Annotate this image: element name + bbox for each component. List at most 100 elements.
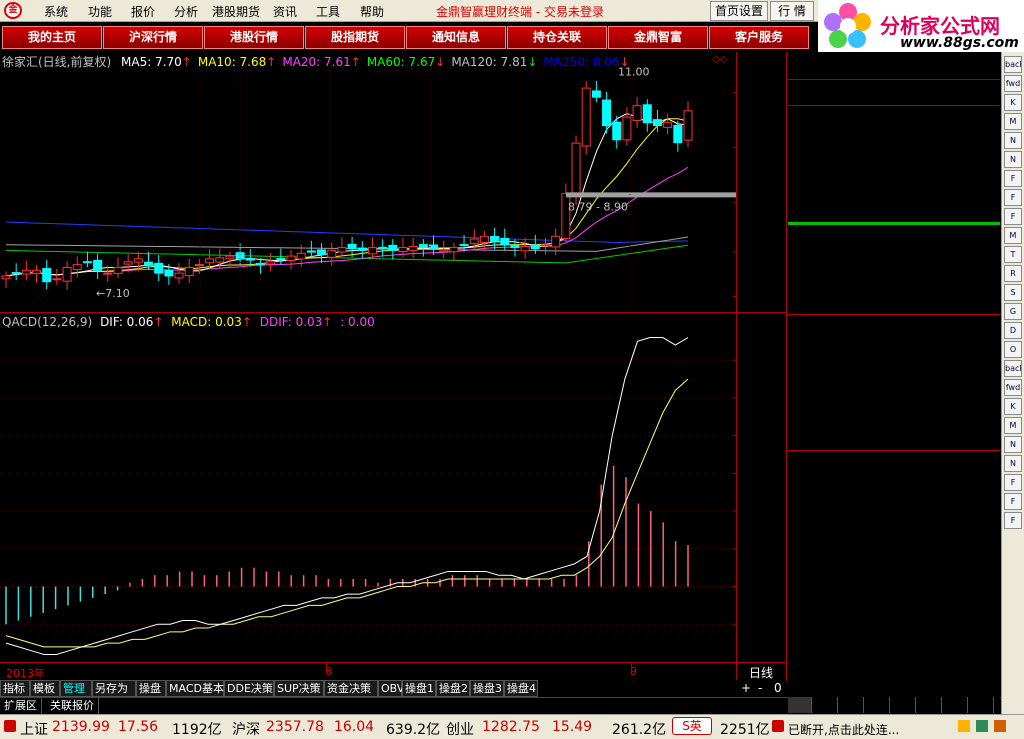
ad-banner[interactable]: 分析家公式网 www.88gs.com xyxy=(818,0,1024,52)
candle-body xyxy=(306,250,316,253)
toolbar-icon-5[interactable]: N xyxy=(1004,151,1022,168)
nav-notice[interactable]: 通知信息 xyxy=(406,26,506,49)
macd-title: QACD(12,26,9) xyxy=(2,315,93,329)
tab-10[interactable]: 操盘1 xyxy=(402,680,436,697)
quote-tab-0[interactable] xyxy=(788,697,812,713)
candle-body xyxy=(1,275,11,280)
tab-related-quote[interactable]: 关联报价 xyxy=(46,698,99,714)
toolbar-icon-12[interactable]: S xyxy=(1004,284,1022,301)
nav-index-futures[interactable]: 股指期货 xyxy=(305,26,405,49)
candle-body xyxy=(62,266,72,282)
status-bar: 上证 2139.99 17.56 1192亿 沪深 2357.78 16.04 … xyxy=(0,714,1024,739)
toolbar-icon-18[interactable]: K xyxy=(1004,398,1022,415)
nav-service[interactable]: 客户服务 xyxy=(709,26,809,49)
quote-tab-5[interactable] xyxy=(918,697,942,713)
zoom-in-button[interactable]: + xyxy=(741,681,751,695)
toolbar-icon-4[interactable]: N xyxy=(1004,132,1022,149)
quote-tab-4[interactable] xyxy=(892,697,916,713)
tab-4[interactable]: 操盘 xyxy=(136,680,166,697)
toolbar-icon-1[interactable]: fwd xyxy=(1004,75,1022,92)
period-label[interactable]: 日线 xyxy=(749,664,773,681)
toolbar-icon-17[interactable]: fwd xyxy=(1004,379,1022,396)
menu-quote[interactable]: 报价 xyxy=(131,3,155,20)
chart-area[interactable]: 徐家汇(日线,前复权) MA5: 7.70↑ MA10: 7.68↑ MA20: 7… xyxy=(0,52,787,685)
alert-icon[interactable] xyxy=(994,720,1006,732)
menu-function[interactable]: 功能 xyxy=(88,3,112,20)
candle-body xyxy=(286,255,296,261)
tab-11[interactable]: 操盘2 xyxy=(436,680,470,697)
candle-body xyxy=(72,264,82,271)
menu-system[interactable]: 系统 xyxy=(44,3,68,20)
low-annotation: ←7.10 xyxy=(96,287,130,300)
toolbar-icon-0[interactable]: back xyxy=(1004,56,1022,73)
tab-extension[interactable]: 扩展区 xyxy=(0,698,42,714)
menu-analysis[interactable]: 分析 xyxy=(174,3,198,20)
tab-8[interactable]: 资金决策 xyxy=(324,680,378,697)
toolbar-icon-9[interactable]: M xyxy=(1004,227,1022,244)
quote-tab-7[interactable] xyxy=(970,697,994,713)
toolbar-icon-24[interactable]: F xyxy=(1004,512,1022,529)
quote-tab-1[interactable] xyxy=(814,697,838,713)
toolbar-icon-16[interactable]: back xyxy=(1004,360,1022,377)
quote-tab-3[interactable] xyxy=(866,697,890,713)
home-settings-button[interactable]: 首页设置 xyxy=(710,1,768,21)
candle-body xyxy=(337,247,347,253)
toolbar-icon-23[interactable]: F xyxy=(1004,493,1022,510)
toolbar-icon-7[interactable]: F xyxy=(1004,189,1022,206)
quote-button[interactable]: 行 情 xyxy=(770,1,814,21)
ime-icon[interactable]: S英 xyxy=(672,717,712,735)
diamond-icon[interactable]: ◇◇ xyxy=(712,54,727,65)
nav-bar: 我的主页 沪深行情 港股行情 股指期货 通知信息 持仓关联 金鼎智富 客户服务 xyxy=(0,26,816,50)
toolbar-icon-2[interactable]: K xyxy=(1004,94,1022,111)
lock-icon[interactable] xyxy=(958,720,970,732)
toolbar-icon-13[interactable]: G xyxy=(1004,303,1022,320)
menu-hk-futures[interactable]: 港股期货 xyxy=(212,3,260,20)
menu-tools[interactable]: 工具 xyxy=(316,3,340,20)
tab-6[interactable]: DDE决策 xyxy=(224,680,274,697)
quote-tab-6[interactable] xyxy=(944,697,968,713)
nav-home[interactable]: 我的主页 xyxy=(2,26,102,49)
ma120-line xyxy=(5,236,689,252)
toolbar-icon-6[interactable]: F xyxy=(1004,170,1022,187)
cy-amount: 261.2亿 xyxy=(612,722,667,738)
toolbar-icon-20[interactable]: N xyxy=(1004,436,1022,453)
toolbar-icon-11[interactable]: R xyxy=(1004,265,1022,282)
menu-help[interactable]: 帮助 xyxy=(360,3,384,20)
tab-1[interactable]: 模板 xyxy=(30,680,60,697)
toolbar-icon-19[interactable]: M xyxy=(1004,417,1022,434)
candle-body xyxy=(194,264,204,267)
tab-9[interactable]: OBV xyxy=(378,680,404,697)
nav-sh-sz[interactable]: 沪深行情 xyxy=(103,26,203,49)
candle-body xyxy=(255,262,265,266)
connection-status[interactable]: 已断开,点击此处连... xyxy=(788,721,899,738)
nav-position[interactable]: 持仓关联 xyxy=(507,26,607,49)
quote-tab-2[interactable] xyxy=(840,697,864,713)
toolbar-icon-10[interactable]: T xyxy=(1004,246,1022,263)
menu-news[interactable]: 资讯 xyxy=(273,3,297,20)
zoom-out-button[interactable]: - xyxy=(758,681,762,695)
msg-icon[interactable] xyxy=(976,720,988,732)
tab-0[interactable]: 指标 xyxy=(0,680,30,697)
toolbar-icon-3[interactable]: M xyxy=(1004,113,1022,130)
tab-5[interactable]: MACD基本 xyxy=(166,680,224,697)
tab-12[interactable]: 操盘3 xyxy=(470,680,504,697)
reset-button[interactable]: 0 xyxy=(774,681,782,695)
toolbar-icon-21[interactable]: N xyxy=(1004,455,1022,472)
toolbar-icon-22[interactable]: F xyxy=(1004,474,1022,491)
candle-body xyxy=(439,249,449,252)
tab-13[interactable]: 操盘4 xyxy=(504,680,538,697)
toolbar-icon-14[interactable]: D xyxy=(1004,322,1022,339)
nav-jinding[interactable]: 金鼎智富 xyxy=(608,26,708,49)
high-annotation: 11.00 xyxy=(618,66,650,79)
toolbar-icon-8[interactable]: F xyxy=(1004,208,1022,225)
quote-panel xyxy=(788,52,1000,697)
candle-body xyxy=(32,269,42,274)
tab-3[interactable]: 另存为 xyxy=(92,680,136,697)
macd-chart[interactable] xyxy=(0,330,737,662)
toolbar-icon-15[interactable]: O xyxy=(1004,341,1022,358)
candle-body xyxy=(133,258,143,263)
kline-chart[interactable]: 11.00 ←7.10 8.79 - 8.90 xyxy=(0,66,737,310)
tab-2[interactable]: 管理 xyxy=(60,680,92,697)
tab-7[interactable]: SUP决策 xyxy=(274,680,324,697)
nav-hk[interactable]: 港股行情 xyxy=(204,26,304,49)
